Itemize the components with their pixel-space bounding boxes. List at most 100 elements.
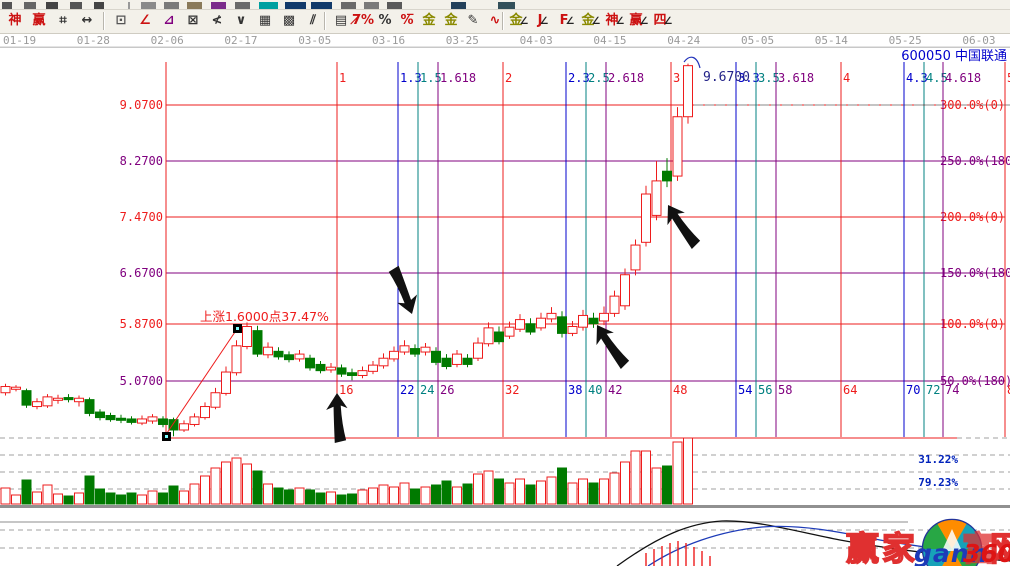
candle	[222, 372, 231, 393]
candle	[127, 419, 136, 422]
arrow-pullback	[388, 263, 421, 317]
candle	[463, 358, 472, 364]
candle	[495, 332, 504, 342]
price-axis-label: 5.8700	[120, 317, 163, 331]
volume-bar	[621, 462, 630, 504]
candle	[673, 117, 682, 176]
candle	[96, 412, 105, 418]
volume-percent-label: 31.22%	[918, 453, 958, 466]
rise-annotation: 上涨1.6000点37.47%	[200, 309, 329, 324]
volume-bar	[673, 442, 682, 504]
volume-bar	[106, 493, 115, 504]
volume-bar	[64, 496, 73, 504]
candle	[190, 417, 199, 425]
gann-ratio-label: 1.618	[440, 71, 476, 85]
candle	[642, 194, 651, 242]
volume-bar	[579, 479, 588, 504]
volume-bar	[306, 490, 315, 504]
arrow-low-anchor	[323, 392, 351, 444]
volume-bar	[463, 484, 472, 504]
volume-bar	[316, 493, 325, 504]
volume-bar	[631, 451, 640, 504]
volume-bar	[369, 488, 378, 504]
candle	[117, 418, 126, 420]
percent-axis-label: 100.0%(0)	[940, 317, 1005, 331]
volume-bar	[274, 488, 283, 504]
candle	[484, 328, 493, 344]
volume-bar	[421, 487, 430, 504]
volume-bar	[505, 483, 514, 504]
gann-unit-label: 42	[608, 383, 622, 397]
candle	[379, 358, 388, 366]
indicator-black-curve	[617, 521, 1010, 566]
gann-ratio-label: 3	[673, 71, 680, 85]
volume-bar	[610, 473, 619, 504]
gann-unit-label: 72	[926, 383, 940, 397]
volume-percent-label: 79.23%	[918, 476, 958, 489]
volume-bar	[75, 493, 84, 504]
volume-bar	[642, 451, 651, 504]
candle	[568, 326, 577, 333]
candle	[243, 326, 252, 346]
gann-unit-label: 74	[945, 383, 959, 397]
volume-bar	[537, 481, 546, 504]
stock-chart-window: 神赢⌗↔⊡∠⊿⊠≮∨▦▩⫽▤7̸%%%̅金金✎∿金∠J∠F∠金∠神∠赢∠四∠ 0…	[0, 0, 1010, 566]
candle	[85, 400, 94, 414]
volume-bar	[22, 480, 31, 504]
candle	[232, 346, 241, 373]
volume-bar	[400, 483, 409, 504]
candle	[610, 296, 619, 313]
candle	[621, 275, 630, 306]
gann-unit-label: 58	[778, 383, 792, 397]
volume-bar	[12, 495, 21, 504]
volume-bar	[54, 494, 63, 504]
candle	[43, 397, 52, 406]
candle	[180, 424, 189, 430]
volume-bar	[568, 483, 577, 504]
candle	[442, 358, 451, 366]
candle	[106, 416, 115, 420]
candle	[327, 367, 336, 370]
volume-bar	[453, 487, 462, 504]
gann-ratio-label: 1	[339, 71, 346, 85]
gann-ratio-label: 4	[843, 71, 850, 85]
volume-bar	[684, 438, 693, 504]
candle	[663, 171, 672, 181]
peak-price-label: 9.6700	[703, 70, 750, 85]
candle	[211, 393, 220, 407]
volume-bar	[432, 485, 441, 504]
pane-divider	[0, 505, 1010, 508]
volume-bar	[85, 476, 94, 504]
candle	[295, 354, 304, 359]
candle	[33, 402, 42, 407]
candle	[526, 324, 535, 332]
price-axis-label: 5.0700	[120, 374, 163, 388]
candle	[537, 318, 546, 328]
candle	[54, 398, 63, 400]
volume-bar	[652, 468, 661, 504]
volume-bar	[33, 492, 42, 504]
volume-bar	[390, 487, 399, 504]
gann-unit-label: 56	[758, 383, 772, 397]
price-axis-label: 9.0700	[120, 98, 163, 112]
volume-bar	[117, 495, 126, 504]
volume-bar	[243, 464, 252, 504]
candle	[253, 331, 262, 354]
candle	[589, 318, 598, 324]
candle	[516, 320, 525, 330]
candle	[138, 419, 147, 423]
volume-bar	[264, 484, 273, 504]
chart-canvas[interactable]: 9.0700300.0%(0)8.2700250.0%(180)7.470020…	[0, 0, 1010, 566]
gann-unit-label: 22	[400, 383, 414, 397]
price-axis-label: 7.4700	[120, 210, 163, 224]
volume-bar	[358, 490, 367, 504]
candle	[148, 417, 157, 421]
percent-axis-label: 300.0%(0)	[940, 98, 1005, 112]
volume-bar	[169, 486, 178, 504]
candle	[684, 66, 693, 117]
candle	[337, 368, 346, 374]
candle	[432, 351, 441, 362]
volume-bar	[159, 493, 168, 504]
gann-unit-label: 40	[588, 383, 602, 397]
candle	[411, 349, 420, 355]
